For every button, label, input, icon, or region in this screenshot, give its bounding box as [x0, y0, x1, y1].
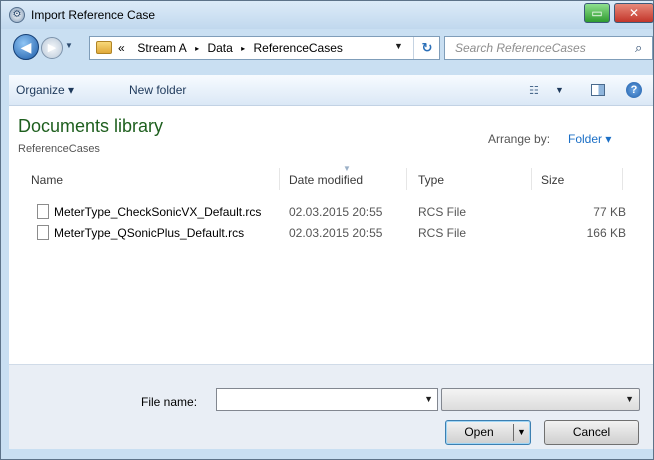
breadcrumb-separator-icon[interactable]: ▸ — [195, 44, 199, 53]
file-name: MeterType_CheckSonicVX_Default.rcs — [54, 205, 262, 219]
open-button-label: Open — [464, 425, 494, 439]
back-arrow-icon: ◀ — [20, 39, 32, 55]
close-button[interactable]: ✕ — [614, 3, 654, 23]
column-header-name[interactable]: Name — [31, 173, 63, 187]
file-name-label: File name: — [141, 395, 198, 409]
file-type: RCS File — [418, 205, 467, 219]
open-split-divider — [513, 424, 514, 441]
arrange-by-label: Arrange by: — [488, 132, 551, 146]
help-icon[interactable]: ? — [626, 82, 642, 98]
refresh-button[interactable]: ↻ — [413, 37, 440, 59]
views-dropdown-icon[interactable]: ▼ — [555, 85, 564, 95]
maximize-button[interactable]: ▭ — [584, 3, 610, 23]
column-header-type[interactable]: Type — [418, 173, 444, 187]
file-date: 02.03.2015 20:55 — [289, 226, 383, 240]
column-divider[interactable] — [406, 168, 407, 190]
column-header-date-modified[interactable]: Date modified — [289, 173, 363, 187]
file-name: MeterType_QSonicPlus_Default.rcs — [54, 226, 245, 240]
forward-button[interactable]: ▶ — [41, 37, 63, 59]
command-toolbar: Organize ▾ New folder ☷ ▼ ? — [9, 75, 653, 106]
import-reference-case-dialog: ⚙ Import Reference Case ▭ ✕ ◀ ▶ ▼ « Stre… — [0, 0, 654, 460]
navigation-bar: ◀ ▶ ▼ « Stream A ▸ Data ▸ ReferenceCases… — [1, 29, 653, 63]
refresh-icon: ↻ — [421, 40, 433, 55]
file-type-select[interactable]: ▼ — [441, 388, 640, 411]
library-subtitle: ReferenceCases — [18, 143, 100, 155]
column-divider[interactable] — [279, 168, 280, 190]
title-bar: ⚙ Import Reference Case ▭ ✕ — [1, 1, 654, 29]
back-button[interactable]: ◀ — [13, 34, 39, 60]
organize-button[interactable]: Organize ▾ — [16, 83, 74, 97]
new-folder-button[interactable]: New folder — [129, 83, 186, 97]
cancel-button[interactable]: Cancel — [544, 420, 639, 445]
file-type-dropdown-icon[interactable]: ▼ — [625, 394, 634, 404]
file-size: 166 KB — [586, 226, 626, 240]
arrange-by-dropdown[interactable]: Folder ▾ — [568, 132, 611, 146]
file-type: RCS File — [418, 226, 467, 240]
app-icon: ⚙ — [9, 7, 25, 23]
file-name-panel: File name: ▼ ▼ Open ▼ Cancel — [9, 364, 653, 449]
history-dropdown-icon[interactable]: ▼ — [65, 41, 73, 50]
search-placeholder: Search ReferenceCases — [455, 41, 586, 55]
sort-indicator-icon: ▼ — [343, 164, 351, 173]
breadcrumb-item-stream-a[interactable]: Stream A — [137, 41, 186, 55]
search-icon[interactable]: ⌕ — [635, 40, 642, 56]
file-name-field[interactable]: ▼ — [216, 388, 438, 411]
column-divider[interactable] — [622, 168, 623, 190]
address-bar[interactable]: « Stream A ▸ Data ▸ ReferenceCases ▼ ↻ — [89, 36, 440, 60]
table-row[interactable]: MeterType_CheckSonicVX_Default.rcs 02.03… — [9, 202, 653, 222]
address-dropdown-icon[interactable]: ▼ — [394, 41, 403, 51]
forward-arrow-icon: ▶ — [47, 42, 57, 54]
table-row[interactable]: MeterType_QSonicPlus_Default.rcs 02.03.2… — [9, 223, 653, 243]
open-dropdown-icon[interactable]: ▼ — [517, 421, 526, 444]
window-title: Import Reference Case — [31, 8, 156, 22]
breadcrumb-item-referencecases[interactable]: ReferenceCases — [254, 41, 343, 55]
open-button[interactable]: Open ▼ — [445, 420, 531, 445]
file-icon — [37, 225, 49, 240]
breadcrumb-overflow[interactable]: « — [118, 41, 125, 55]
file-size: 77 KB — [593, 205, 626, 219]
breadcrumb: « Stream A ▸ Data ▸ ReferenceCases — [118, 41, 343, 55]
folder-icon — [96, 41, 112, 54]
library-title: Documents library — [18, 116, 164, 136]
breadcrumb-separator-icon[interactable]: ▸ — [241, 44, 245, 53]
breadcrumb-item-data[interactable]: Data — [207, 41, 232, 55]
preview-pane-icon[interactable] — [591, 84, 605, 96]
column-divider[interactable] — [531, 168, 532, 190]
file-icon — [37, 204, 49, 219]
file-date: 02.03.2015 20:55 — [289, 205, 383, 219]
column-header-size[interactable]: Size — [541, 173, 564, 187]
file-name-dropdown-icon[interactable]: ▼ — [424, 394, 433, 404]
file-list-pane: Documents library ReferenceCases Arrange… — [9, 106, 653, 364]
views-icon[interactable]: ☷ — [529, 84, 539, 97]
search-input[interactable]: Search ReferenceCases ⌕ — [444, 36, 653, 60]
